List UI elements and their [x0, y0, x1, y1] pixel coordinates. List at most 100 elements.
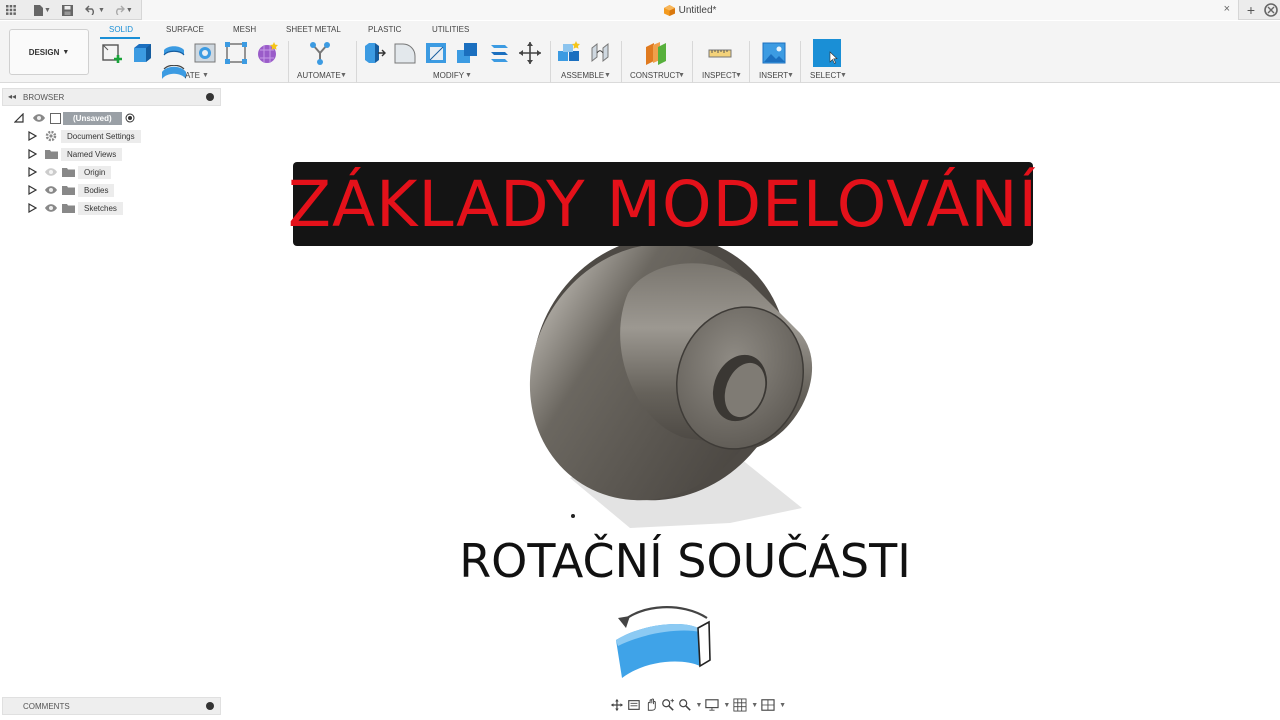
- tree-item-bodies[interactable]: Bodies: [28, 182, 115, 198]
- plus-icon[interactable]: +: [1243, 2, 1259, 18]
- expand-triangle-icon[interactable]: [28, 203, 37, 213]
- grid-icon[interactable]: [733, 697, 747, 713]
- caret-icon[interactable]: ▼: [723, 702, 730, 709]
- visibility-icon[interactable]: [44, 185, 58, 195]
- zoom-icon[interactable]: [678, 697, 692, 713]
- rectangle-pattern-icon[interactable]: [224, 41, 248, 65]
- revolved-part-model[interactable]: [500, 238, 830, 538]
- expand-triangle-icon[interactable]: [14, 113, 24, 123]
- caret-icon: ▼: [340, 72, 347, 79]
- orbit-icon[interactable]: [610, 697, 624, 713]
- subtitle-text: ROTAČNÍ SOUČÁSTI: [459, 534, 911, 588]
- divider: [550, 41, 551, 83]
- expand-triangle-icon[interactable]: [28, 131, 37, 141]
- group-automate-label[interactable]: AUTOMATE: [297, 71, 341, 80]
- new-component-icon[interactable]: [557, 41, 581, 65]
- form-icon[interactable]: [255, 41, 279, 65]
- divider: [800, 41, 801, 83]
- move-copy-icon[interactable]: [518, 41, 542, 65]
- offset-face-icon[interactable]: [487, 41, 511, 65]
- caret-icon[interactable]: ▼: [751, 702, 758, 709]
- fusion-cube-icon: [663, 4, 675, 16]
- create-sketch-icon[interactable]: [100, 41, 124, 65]
- divider: [621, 41, 622, 83]
- tree-item-named-views[interactable]: Named Views: [28, 146, 123, 162]
- combine-icon[interactable]: [455, 41, 479, 65]
- comments-title: COMMENTS: [23, 702, 70, 711]
- tree-item-origin[interactable]: Origin: [28, 164, 112, 180]
- browser-title: BROWSER: [23, 93, 65, 102]
- tab-solid[interactable]: SOLID: [109, 25, 133, 34]
- revolve-preview-icon: [162, 65, 186, 79]
- caret-icon: ▼: [735, 72, 742, 79]
- pan-hand-icon[interactable]: [644, 697, 658, 713]
- display-settings-icon[interactable]: [705, 697, 720, 713]
- zoom-window-icon[interactable]: [661, 697, 675, 713]
- select-icon[interactable]: [813, 39, 841, 67]
- document-title: Untitled*: [678, 4, 717, 16]
- group-assemble-label[interactable]: ASSEMBLE: [561, 71, 604, 80]
- viewports-icon[interactable]: [761, 697, 775, 713]
- active-component-icon[interactable]: [125, 113, 135, 123]
- file-icon[interactable]: ▼: [34, 2, 51, 18]
- browser-panel-header[interactable]: ◂◂ BROWSER: [2, 88, 221, 106]
- measure-icon[interactable]: [708, 41, 732, 65]
- revolve-icon[interactable]: [162, 41, 186, 65]
- group-insert-label[interactable]: INSERT: [759, 71, 788, 80]
- document-tab[interactable]: Untitled* ×: [141, 0, 1239, 20]
- tree-root[interactable]: (Unsaved): [14, 110, 135, 126]
- tree-item-sketches[interactable]: Sketches: [28, 200, 123, 216]
- banner-headline: ZÁKLADY MODELOVÁNÍ: [287, 167, 1039, 241]
- tab-sheet-metal[interactable]: SHEET METAL: [286, 25, 341, 34]
- shell-icon[interactable]: [424, 41, 448, 65]
- automate-icon[interactable]: [308, 41, 332, 65]
- tab-utilities[interactable]: UTILITIES: [432, 25, 469, 34]
- redo-icon[interactable]: ▼: [113, 2, 133, 18]
- joint-icon[interactable]: [589, 41, 613, 65]
- visibility-icon[interactable]: [32, 113, 46, 123]
- group-create-label[interactable]: ATE: [185, 71, 200, 80]
- apps-icon[interactable]: [4, 2, 18, 18]
- navigation-bar: ▼ ▼ ▼ ▼: [610, 696, 786, 714]
- workspace-switcher[interactable]: DESIGN ▼: [9, 29, 89, 75]
- folder-icon: [45, 150, 58, 159]
- tree-item-document-settings[interactable]: Document Settings: [28, 128, 141, 144]
- close-icon[interactable]: ×: [1224, 3, 1230, 15]
- minimize-icon[interactable]: [206, 93, 214, 101]
- caret-icon: ▼: [840, 72, 847, 79]
- folder-icon: [62, 168, 75, 177]
- visibility-icon[interactable]: [44, 203, 58, 213]
- divider: [288, 41, 289, 83]
- expand-triangle-icon[interactable]: [28, 185, 37, 195]
- insert-image-icon[interactable]: [762, 41, 786, 65]
- expand-triangle-icon[interactable]: [28, 167, 37, 177]
- user-icon[interactable]: [1264, 3, 1278, 17]
- visibility-hidden-icon[interactable]: [44, 167, 58, 177]
- group-select-label[interactable]: SELECT: [810, 71, 841, 80]
- expand-triangle-icon[interactable]: [28, 149, 37, 159]
- hole-icon[interactable]: [193, 41, 217, 65]
- offset-plane-icon[interactable]: [644, 41, 668, 65]
- caret-icon: ▼: [62, 48, 70, 56]
- caret-icon[interactable]: ▼: [779, 702, 786, 709]
- undo-icon[interactable]: ▼: [84, 2, 105, 18]
- fusion-app: ▼ ▼ ▼ Untitled* × + DESIGN ▼ SOLID SURFA: [0, 0, 1280, 720]
- tab-surface[interactable]: SURFACE: [166, 25, 204, 34]
- add-comment-icon[interactable]: [206, 702, 214, 710]
- collapse-icon[interactable]: ◂◂: [8, 92, 16, 101]
- group-modify-label[interactable]: MODIFY: [433, 71, 464, 80]
- save-icon[interactable]: [61, 2, 75, 18]
- folder-icon: [62, 204, 75, 213]
- press-pull-icon[interactable]: [362, 41, 386, 65]
- fillet-icon[interactable]: [393, 41, 417, 65]
- group-inspect-label[interactable]: INSPECT: [702, 71, 737, 80]
- folder-icon: [62, 186, 75, 195]
- look-at-icon[interactable]: [627, 697, 641, 713]
- comments-panel-header[interactable]: COMMENTS: [2, 697, 221, 715]
- caret-icon[interactable]: ▼: [696, 702, 703, 709]
- tab-plastic[interactable]: PLASTIC: [368, 25, 401, 34]
- active-tab-indicator: [100, 37, 140, 39]
- extrude-icon[interactable]: [130, 41, 154, 65]
- tab-mesh[interactable]: MESH: [233, 25, 256, 34]
- group-construct-label[interactable]: CONSTRUCT: [630, 71, 680, 80]
